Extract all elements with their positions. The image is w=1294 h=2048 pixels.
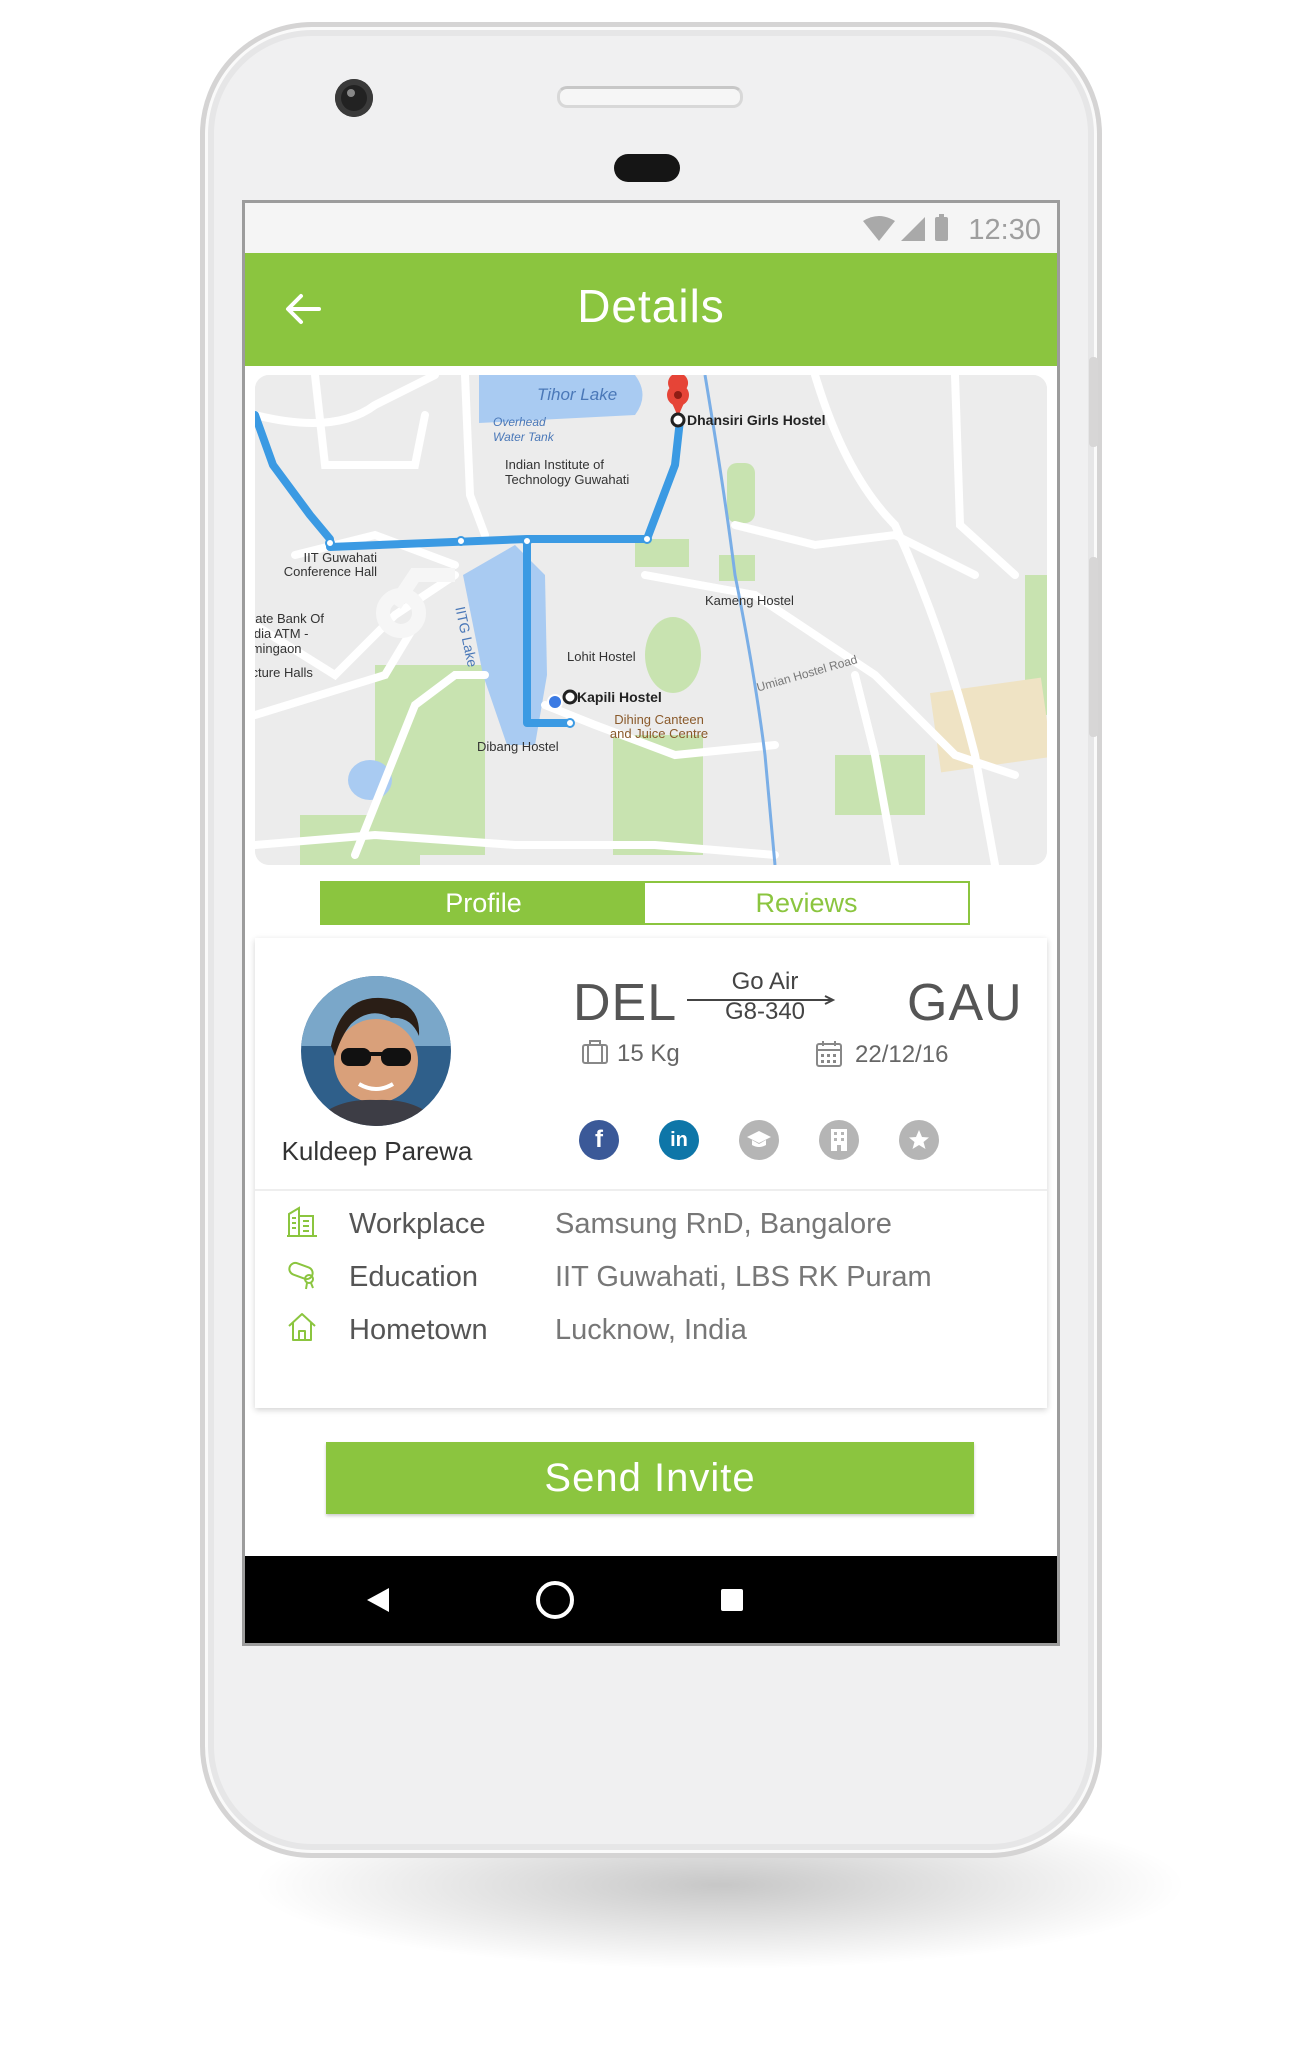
card-divider: [255, 1189, 1047, 1191]
power-button: [1089, 557, 1098, 737]
proximity-sensor: [614, 154, 680, 182]
diploma-icon: [288, 1261, 314, 1290]
back-triangle-icon[interactable]: [365, 1586, 391, 1614]
profile-card: Kuldeep Parewa DEL Go Air G8-340 GAU 15 …: [255, 938, 1047, 1408]
hometown-label: Hometown: [349, 1314, 488, 1346]
status-time: 12:30: [968, 214, 1041, 246]
map-label-conference: IIT Guwahati Conference Hall: [283, 550, 377, 579]
education-label: Education: [349, 1261, 478, 1293]
tab-reviews[interactable]: Reviews: [645, 883, 968, 923]
navigation-bar: [245, 1556, 1057, 1643]
recents-square-icon[interactable]: [719, 1587, 745, 1613]
send-invite-button[interactable]: Send Invite: [326, 1442, 974, 1514]
map-label-lecture: Lecture Halls: [255, 665, 313, 680]
map-label-tank: Overhead Water Tank: [493, 415, 554, 444]
map-label-destination: Dhansiri Girls Hostel: [687, 412, 826, 428]
map-label-kameng: Kameng Hostel: [705, 593, 794, 608]
map-label-iit: Indian Institute of Technology Guwahati: [505, 457, 630, 487]
profile-review-tabs: Profile Reviews: [320, 881, 970, 925]
map-label-dihing: Dihing Canteen and Juice Centre: [609, 712, 709, 741]
earpiece-speaker: [557, 86, 743, 108]
map-label-bank: State Bank Of India ATM - Amingaon: [255, 611, 324, 656]
building-icon: [287, 1206, 317, 1237]
origin-code: DEL: [573, 974, 678, 1032]
destination-code: GAU: [907, 974, 1023, 1032]
education-value: IIT Guwahati, LBS RK Puram: [555, 1261, 932, 1293]
hometown-value: Lucknow, India: [555, 1314, 747, 1346]
home-circle-icon[interactable]: [534, 1579, 576, 1621]
travel-date: 22/12/16: [855, 1041, 949, 1068]
status-bar: 12:30: [245, 203, 1057, 253]
map-label-kapili: Kapili Hostel: [577, 689, 662, 705]
facebook-icon[interactable]: f: [579, 1120, 619, 1160]
map-label-lohit: Lohit Hostel: [567, 649, 636, 664]
flight-number: G8-340: [724, 998, 806, 1025]
star-icon[interactable]: [899, 1120, 939, 1160]
map-label-dibang: Dibang Hostel: [477, 739, 559, 754]
calendar-icon: [816, 1041, 842, 1067]
avatar[interactable]: [301, 976, 451, 1126]
front-camera: [335, 79, 373, 117]
signal-icons: [863, 214, 948, 241]
graduation-cap-icon[interactable]: [739, 1120, 779, 1160]
page-title: Details: [577, 280, 725, 332]
map-canvas: [255, 375, 1047, 865]
office-building-icon[interactable]: [819, 1120, 859, 1160]
linkedin-icon[interactable]: in: [659, 1120, 699, 1160]
route-map[interactable]: Tihor Lake Overhead Water Tank Dhansiri …: [255, 375, 1047, 865]
tab-profile[interactable]: Profile: [322, 883, 645, 923]
map-label-lake: Tihor Lake: [537, 385, 618, 404]
luggage-icon: [582, 1040, 608, 1064]
user-name: Kuldeep Parewa: [281, 1136, 473, 1166]
workplace-value: Samsung RnD, Bangalore: [555, 1208, 892, 1240]
workplace-label: Workplace: [349, 1208, 486, 1240]
phone-screen: 12:30 Details Tihor Lake Overhead Water …: [242, 200, 1060, 1646]
home-icon: [288, 1313, 316, 1341]
app-bar: Details: [245, 253, 1057, 366]
luggage-weight: 15 Kg: [617, 1040, 680, 1067]
airline-name: Go Air: [731, 968, 799, 995]
volume-button: [1089, 357, 1098, 447]
